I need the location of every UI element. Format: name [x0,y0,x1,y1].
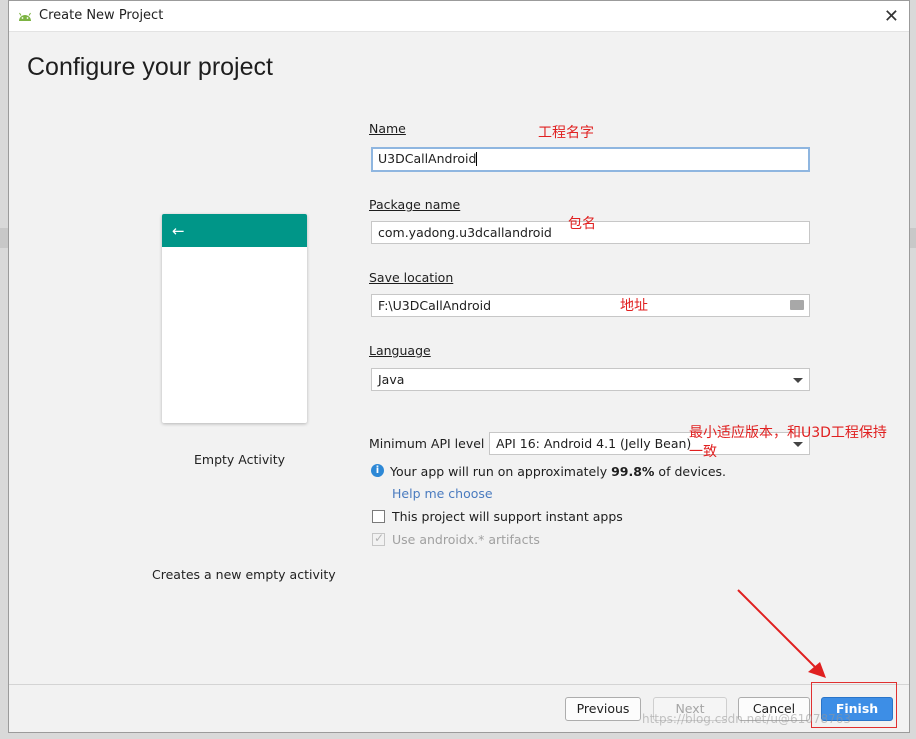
name-label: Name [369,121,406,136]
save-location-field[interactable]: F:\U3DCallAndroid [371,294,810,317]
activity-preview: ← [162,214,307,423]
language-label: Language [369,343,431,358]
folder-icon[interactable] [790,300,804,310]
activity-description: Creates a new empty activity [152,567,336,582]
page-title: Configure your project [27,53,273,81]
back-arrow-icon: ← [172,222,185,240]
instant-apps-checkbox[interactable] [372,510,385,523]
language-label-text: Language [369,343,431,358]
info-icon: i [371,464,384,477]
watermark: https://blog.csdn.net/u@61078763 [642,712,852,726]
background-fragment [910,228,916,248]
min-api-value: API 16: Android 4.1 (Jelly Bean) [496,436,692,451]
footer-divider [9,684,909,685]
text-caret [476,152,478,166]
package-field-value: com.yadong.u3dcallandroid [378,225,552,240]
previous-button[interactable]: Previous [565,697,641,721]
save-location-label-text: Save location [369,270,454,285]
package-label: Package name [369,197,460,212]
name-field-value: U3DCallAndroid [378,151,477,166]
coverage-prefix: Your app will run on approximately [390,464,612,479]
title-bar: Create New Project ✕ [9,1,909,32]
save-location-label: Save location [369,270,453,285]
androidx-checkbox: ✓ [372,531,385,546]
annotation-api-line1: 最小适应版本，和U3D工程保持 [689,425,887,441]
annotation-name: 工程名字 [538,125,594,141]
device-coverage-text: Your app will run on approximately 99.8%… [390,464,726,479]
save-location-value: F:\U3DCallAndroid [378,298,492,313]
coverage-suffix: of devices. [654,464,726,479]
checkmark-icon: ✓ [374,531,385,545]
language-value: Java [378,372,405,387]
name-field[interactable]: U3DCallAndroid [371,147,810,172]
androidx-label: Use androidx.* artifacts [392,532,540,547]
language-select[interactable]: Java [371,368,810,391]
window-title: Create New Project [39,8,164,23]
create-project-dialog: Create New Project ✕ Configure your proj… [8,0,910,733]
package-label-text: Package name [369,197,461,212]
name-label-text: Name [369,121,406,136]
annotation-package: 包名 [568,216,596,232]
instant-apps-label[interactable]: This project will support instant apps [392,509,623,524]
activity-name: Empty Activity [194,452,286,467]
background-fragment [0,228,8,248]
chevron-down-icon [793,442,803,447]
android-icon [19,12,31,21]
chevron-down-icon [793,378,803,383]
help-me-choose-link[interactable]: Help me choose [392,486,493,501]
close-icon[interactable]: ✕ [884,6,899,27]
annotation-location: 地址 [620,298,648,314]
annotation-api-line2: 一致 [689,444,717,460]
min-api-label: Minimum API level [369,436,485,451]
preview-app-bar: ← [162,214,307,247]
coverage-percent: 99.8% [611,464,655,479]
